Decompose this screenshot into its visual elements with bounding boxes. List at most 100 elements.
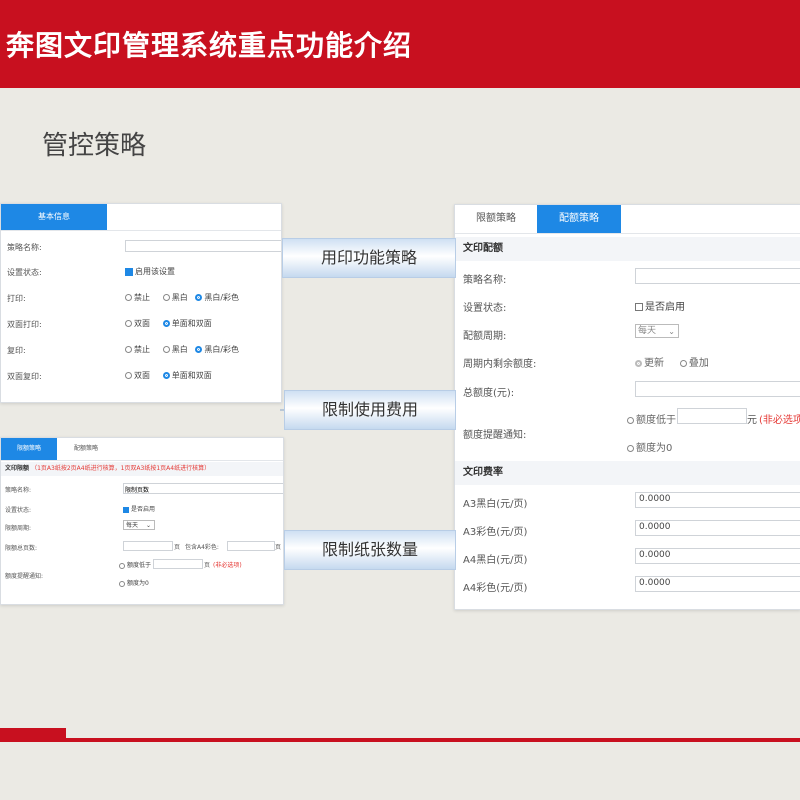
tab-bar: 限额策略 配额策略: [1, 438, 283, 461]
radio-remind-zero[interactable]: [119, 580, 125, 587]
limit-period-select[interactable]: 每天 ⌄: [123, 520, 155, 530]
radio-update[interactable]: [635, 359, 642, 367]
name-label: 策略名称:: [7, 243, 42, 252]
limit-total-input[interactable]: [123, 541, 173, 551]
tab-bar: 基本信息: [1, 204, 281, 231]
tab-limit-policy[interactable]: 限额策略: [455, 205, 537, 233]
quota-remind-label: 额度提醒通知:: [463, 430, 527, 441]
rate-label: A3黑白(元/页): [463, 499, 528, 510]
option-forbid: 禁止: [134, 345, 150, 354]
option-simplex-duplex: 单面和双面: [171, 319, 212, 328]
limit-name-value: 限制页数: [125, 487, 150, 494]
print-options: 禁止 黑白 黑白/彩色: [125, 292, 239, 303]
chevron-down-icon: ⌄: [145, 522, 151, 529]
checkbox-icon[interactable]: [123, 506, 129, 513]
limit-status-checkbox-row[interactable]: 是否启用: [123, 504, 155, 513]
quota-status-value: 是否启用: [645, 302, 685, 313]
footer-line: [0, 738, 800, 742]
tab-limit-policy[interactable]: 限额策略: [1, 438, 57, 460]
quota-status-checkbox-row[interactable]: 是否启用: [635, 298, 685, 313]
radio-simplex-duplex[interactable]: [162, 320, 170, 327]
quota-total-label: 总额度(元):: [463, 388, 515, 399]
rate-input[interactable]: 0.0000: [635, 548, 800, 564]
limit-remind-input[interactable]: [153, 559, 203, 569]
radio-forbid[interactable]: [125, 346, 132, 353]
page-heading: 管控策略: [42, 131, 147, 161]
quota-remind-input[interactable]: [677, 408, 747, 424]
copy-label: 复印:: [7, 346, 26, 355]
option-bw-color: 黑白/彩色: [204, 345, 240, 354]
option-bw: 黑白: [171, 293, 188, 302]
rate-input[interactable]: 0.0000: [635, 492, 800, 508]
limit-remind-unit: 页: [204, 562, 211, 569]
rate-value: 0.0000: [639, 522, 671, 532]
rate-value: 0.0000: [639, 550, 671, 560]
limit-remind-low-row: 额度低于: [119, 560, 151, 569]
option-simplex-duplex: 单面和双面: [171, 371, 212, 380]
radio-forbid[interactable]: [125, 294, 132, 301]
quota-remind-unit: 元: [747, 415, 757, 426]
rate-label: A4黑白(元/页): [463, 555, 528, 566]
radio-duplex[interactable]: [125, 372, 132, 379]
quota-total-input[interactable]: [635, 381, 800, 397]
section-limit-note: （1页A3纸按2页A4纸进行核算，1页双A3纸按1页A4纸进行核算）: [31, 465, 211, 472]
limit-status-value: 是否启用: [131, 506, 156, 513]
tab-quota-policy[interactable]: 配额策略: [57, 438, 115, 460]
quota-period-value: 每天: [638, 326, 657, 336]
quota-remaining-add: 叠加: [688, 358, 709, 369]
header-bar: 奔图文印管理系统重点功能介绍: [0, 0, 800, 88]
rate-input[interactable]: 0.0000: [635, 576, 800, 592]
radio-remind-low[interactable]: [119, 562, 125, 569]
rate-label: A3彩色(元/页): [463, 527, 528, 538]
copy-options: 禁止 黑白 黑白/彩色: [125, 344, 239, 355]
checkbox-icon[interactable]: [125, 267, 133, 276]
checkbox-icon[interactable]: [635, 303, 643, 311]
radio-bw-color[interactable]: [195, 346, 203, 353]
radio-add[interactable]: [679, 359, 687, 367]
radio-duplex[interactable]: [125, 320, 132, 327]
quota-name-label: 策略名称:: [463, 275, 507, 286]
section-limit-header: 文印限额 （1页A3纸按2页A4纸进行核算，1页双A3纸按1页A4纸进行核算）: [1, 462, 283, 476]
quota-period-label: 配额周期:: [463, 331, 507, 342]
limit-name-label: 策略名称:: [5, 487, 32, 494]
status-label: 设置状态:: [7, 268, 42, 277]
option-bw: 黑白: [171, 345, 188, 354]
option-forbid: 禁止: [134, 293, 150, 302]
panel-quota-limit: 限额策略 配额策略 文印限额 （1页A3纸按2页A4纸进行核算，1页双A3纸按1…: [0, 437, 284, 605]
duplex-print-options: 双面 单面和双面: [125, 318, 212, 329]
section-limit-title: 文印限额: [5, 465, 30, 472]
option-bw-color: 黑白/彩色: [204, 293, 240, 302]
rate-value: 0.0000: [639, 494, 671, 504]
tab-quota-policy[interactable]: 配额策略: [537, 205, 621, 233]
radio-bw[interactable]: [162, 346, 170, 353]
quota-name-input[interactable]: [635, 268, 800, 284]
radio-bw-color[interactable]: [195, 294, 203, 301]
print-label: 打印:: [7, 294, 26, 303]
radio-remind-low[interactable]: [627, 416, 634, 424]
quota-remind-low-row: 额度低于: [627, 411, 676, 426]
quota-period-select[interactable]: 每天 ⌄: [635, 324, 679, 338]
rate-value: 0.0000: [639, 578, 671, 588]
status-value: 启用该设置: [135, 267, 175, 276]
rate-input[interactable]: 0.0000: [635, 520, 800, 536]
panel-quota-policy: 限额策略 配额策略 文印配额 策略名称: 设置状态: 是否启用 配额周期: 每天…: [454, 204, 800, 610]
limit-name-input[interactable]: 限制页数: [123, 483, 283, 494]
limit-remind-low: 额度低于: [127, 562, 152, 569]
header-title: 奔图文印管理系统重点功能介绍: [6, 29, 413, 62]
ribbon-limit-cost: 限制使用费用: [284, 390, 456, 430]
limit-status-label: 设置状态:: [5, 507, 32, 514]
radio-simplex-duplex[interactable]: [162, 372, 170, 379]
name-input[interactable]: [125, 240, 281, 252]
status-checkbox-row[interactable]: 启用该设置: [125, 266, 175, 277]
quota-remind-zero: 额度为0: [636, 443, 673, 454]
radio-bw[interactable]: [162, 294, 170, 301]
quota-remind-required: (非必选项): [759, 415, 800, 426]
radio-remind-zero[interactable]: [627, 444, 634, 452]
limit-color-input[interactable]: [227, 541, 275, 551]
quota-remaining-update: 更新: [644, 358, 664, 369]
limit-total-unit: 页: [174, 544, 181, 551]
rate-label: A4彩色(元/页): [463, 583, 528, 594]
section-quota-title: 文印配额: [463, 243, 503, 254]
chevron-down-icon: ⌄: [668, 327, 675, 336]
tab-basic-info[interactable]: 基本信息: [1, 204, 107, 230]
